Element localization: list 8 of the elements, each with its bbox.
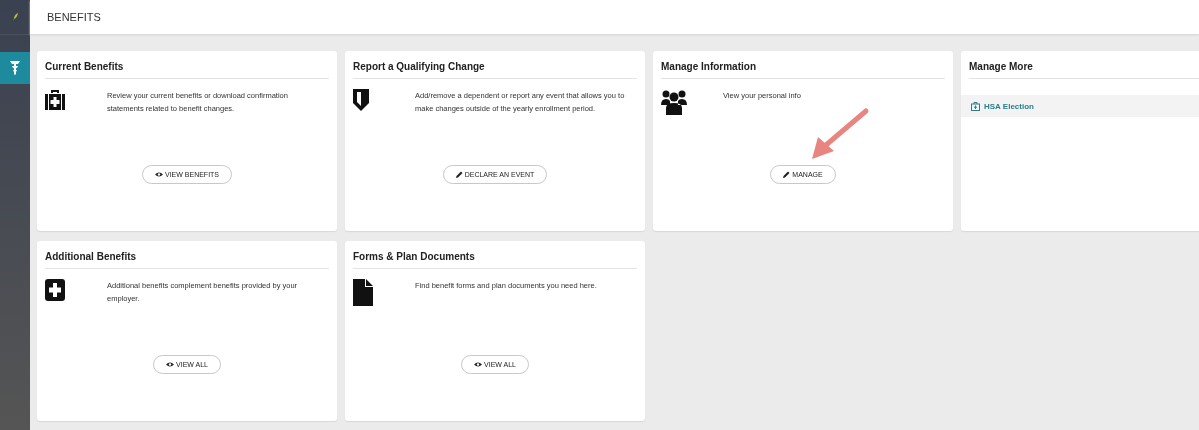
card-title: Manage More: [969, 61, 1199, 79]
card-title: Forms & Plan Documents: [353, 251, 637, 269]
card-title: Current Benefits: [45, 61, 329, 79]
link-item[interactable]: HSA Election: [961, 95, 1199, 117]
card-title: Additional Benefits: [45, 251, 329, 269]
card-title: Report a Qualifying Change: [353, 61, 637, 79]
card-title: Manage Information: [661, 61, 945, 79]
page-title: BENEFITS: [47, 11, 101, 23]
